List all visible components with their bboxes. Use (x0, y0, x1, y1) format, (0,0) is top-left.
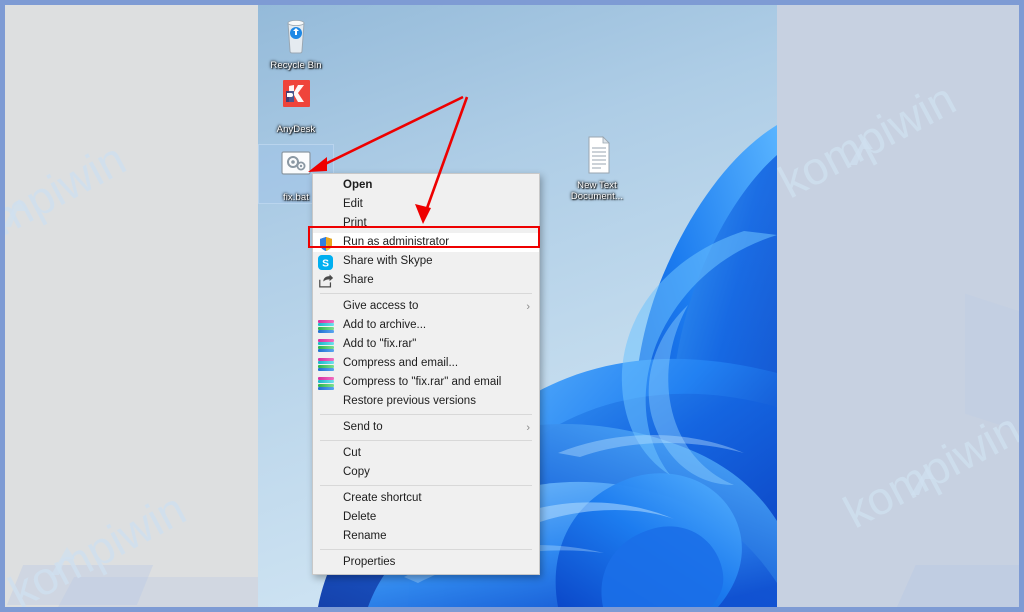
menu-item-give-access-to[interactable]: Give access to › (313, 297, 539, 316)
page-frame: kompiwin kompiwin kompiwin kompiwin komp… (0, 0, 1024, 612)
menu-item-add-to-archive[interactable]: Add to archive... (313, 316, 539, 335)
menu-item-label: Share (343, 274, 374, 286)
menu-icon-none (318, 465, 336, 481)
winrar-icon (318, 356, 336, 372)
menu-item-properties[interactable]: Properties (313, 553, 539, 572)
chevron-right-icon: › (526, 300, 530, 313)
menu-item-label: Properties (343, 556, 396, 568)
menu-item-label: Send to (343, 421, 383, 433)
menu-icon-none (318, 529, 336, 545)
menu-separator (320, 485, 532, 486)
recycle-bin-icon (272, 13, 320, 57)
menu-item-label: Edit (343, 198, 363, 210)
svg-text:S: S (322, 258, 329, 269)
menu-item-label: Print (343, 217, 367, 229)
share-icon (318, 273, 336, 289)
menu-icon-none (318, 446, 336, 462)
menu-item-open[interactable]: Open (313, 176, 539, 195)
watermark-text: kompiwin (0, 482, 194, 612)
menu-item-label: Compress to "fix.rar" and email (343, 376, 502, 388)
menu-item-label: Compress and email... (343, 357, 459, 369)
winrar-icon (318, 337, 336, 353)
menu-item-compress-and-email[interactable]: Compress and email... (313, 354, 539, 373)
menu-separator (320, 414, 532, 415)
menu-item-print[interactable]: Print (313, 214, 539, 233)
menu-item-copy[interactable]: Copy (313, 463, 539, 482)
menu-item-run-as-administrator[interactable]: Run as administrator (313, 233, 539, 252)
menu-item-create-shortcut[interactable]: Create shortcut (313, 489, 539, 508)
menu-icon-none (318, 510, 336, 526)
menu-item-share[interactable]: Share (313, 271, 539, 290)
watermark-logo-icon (5, 199, 27, 227)
menu-item-restore-previous-versions[interactable]: Restore previous versions (313, 392, 539, 411)
menu-separator (320, 440, 532, 441)
menu-item-label: Copy (343, 466, 370, 478)
menu-icon-none (318, 178, 336, 194)
decorative-shard-1 (6, 565, 154, 605)
watermark-logo-icon (51, 547, 75, 575)
menu-item-label: Delete (343, 511, 377, 523)
menu-item-label: Cut (343, 447, 361, 459)
context-menu[interactable]: Open Edit Print Run as administrator S Share … (312, 173, 540, 575)
chevron-right-icon: › (526, 421, 530, 434)
desktop-icon-label: New Text Document... (570, 180, 624, 202)
menu-item-share-with-skype[interactable]: S Share with Skype (313, 252, 539, 271)
anydesk-icon (272, 77, 320, 121)
decorative-band-right (775, 5, 1019, 607)
watermark-text: kompiwin (0, 132, 134, 269)
menu-icon-none (318, 420, 336, 436)
menu-item-add-to-fix-rar[interactable]: Add to "fix.rar" (313, 335, 539, 354)
menu-item-label: Add to archive... (343, 319, 427, 331)
menu-item-label: Run as administrator (343, 236, 450, 248)
desktop-icon-anydesk[interactable]: AnyDesk (259, 77, 333, 135)
desktop-icon-label: Recycle Bin (270, 60, 322, 71)
uac-shield-icon (318, 235, 336, 251)
text-document-icon (573, 133, 621, 177)
menu-item-delete[interactable]: Delete (313, 508, 539, 527)
menu-item-rename[interactable]: Rename (313, 527, 539, 546)
menu-icon-none (318, 216, 336, 232)
menu-icon-none (318, 491, 336, 507)
skype-icon: S (318, 254, 336, 270)
menu-item-label: Give access to (343, 300, 419, 312)
menu-separator (320, 549, 532, 550)
menu-item-label: Rename (343, 530, 387, 542)
menu-item-label: Add to "fix.rar" (343, 338, 417, 350)
winrar-icon (318, 318, 336, 334)
desktop-icon-recycle-bin[interactable]: Recycle Bin (259, 13, 333, 71)
menu-item-label: Open (343, 179, 373, 191)
menu-item-cut[interactable]: Cut (313, 444, 539, 463)
menu-icon-none (318, 197, 336, 213)
menu-item-compress-to-fix-rar-and-email[interactable]: Compress to "fix.rar" and email (313, 373, 539, 392)
menu-icon-none (318, 394, 336, 410)
menu-icon-none (318, 555, 336, 571)
winrar-icon (318, 375, 336, 391)
menu-item-send-to[interactable]: Send to › (313, 418, 539, 437)
menu-icon-none (318, 299, 336, 315)
menu-item-edit[interactable]: Edit (313, 195, 539, 214)
desktop-icon-new-text-document[interactable]: New Text Document... (560, 133, 634, 202)
menu-item-label: Create shortcut (343, 492, 422, 504)
menu-item-label: Restore previous versions (343, 395, 476, 407)
menu-item-label: Share with Skype (343, 255, 433, 267)
desktop-icon-label: AnyDesk (276, 124, 316, 135)
menu-separator (320, 293, 532, 294)
